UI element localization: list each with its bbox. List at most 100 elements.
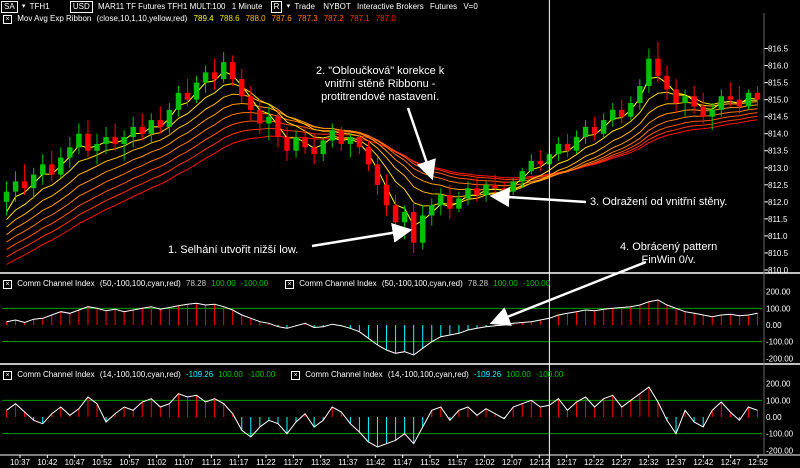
cci1-upper: 100.00 — [211, 279, 236, 288]
ribbon-ema-line — [6, 115, 758, 258]
cci1-upper: 100.00 — [493, 279, 518, 288]
candle-body — [709, 109, 715, 117]
cci-pane-50 — [2, 299, 762, 356]
candle-body — [727, 96, 734, 100]
candle-body — [103, 137, 109, 144]
close-icon[interactable]: × — [285, 280, 294, 289]
candle-body — [628, 103, 634, 117]
close-icon[interactable]: × — [3, 15, 12, 24]
candle-body — [555, 143, 562, 155]
ribbon-values: 789.4 788.6 788.0 787.6 787.3 787.2 787.1 787.0 — [194, 14, 402, 23]
candle-body — [284, 137, 290, 151]
candle-body — [184, 92, 191, 100]
candle-body — [211, 72, 218, 80]
price-tick-label: 812.5 — [768, 181, 789, 190]
type-label: Futures — [429, 2, 458, 11]
mode-button[interactable]: R — [270, 1, 283, 13]
cci-tick-label: 100.00 — [766, 304, 791, 313]
time-tick-label: 10:52 — [92, 458, 113, 467]
candle-body — [220, 62, 227, 80]
candle-body — [166, 109, 173, 127]
price-tick-label: 811.0 — [768, 232, 788, 241]
time-tick-label: 11:47 — [393, 458, 413, 467]
time-tick-label: 10:57 — [119, 458, 140, 467]
symbol-selector-button[interactable]: SA — [1, 1, 18, 13]
cci-legend-50: × Comm Channel Index (50,-100,100,cyan,r… — [0, 278, 268, 289]
cci-legend-14-cursor: × Comm Channel Index (14,-100,100,cyan,r… — [288, 369, 563, 380]
cci2-upper: 100.00 — [506, 370, 531, 379]
cci2-value: -109.26 — [474, 370, 502, 379]
candle-body — [175, 92, 182, 110]
time-tick-label: 12:02 — [475, 458, 496, 467]
ribbon-value: 787.0 — [375, 14, 396, 23]
annotation-2-line1: 2. "Obloučková" korekce k — [316, 65, 445, 77]
annotation-3: 3. Odražení od vnitřní stěny. — [590, 196, 728, 208]
candle-body — [700, 106, 706, 117]
close-icon[interactable]: × — [291, 371, 300, 380]
cci-tick-label: -200.00 — [766, 446, 794, 455]
price-tick-label: 815.0 — [768, 96, 789, 105]
cci-tick-label: 0.00 — [766, 413, 782, 422]
cci-tick-label: -100.00 — [766, 430, 794, 439]
cci1-lower: -100.00 — [522, 279, 551, 288]
time-tick-label: 12:32 — [639, 458, 660, 467]
candle-body — [537, 160, 544, 165]
time-tick-label: 12:47 — [721, 458, 742, 467]
chevron-down-icon[interactable]: ▾ — [22, 0, 26, 13]
currency-button[interactable]: USD — [69, 1, 93, 13]
candle-body — [591, 126, 598, 134]
candle-body — [582, 126, 589, 138]
symbol-toolbar: SA ▾ TFH1 USD MAR11 TF Futures TFH1 MULT… — [0, 0, 800, 13]
exchange-label: NYBOT — [323, 2, 351, 11]
candle-body — [600, 120, 607, 134]
time-tick-label: 11:42 — [366, 458, 386, 467]
candle-body — [275, 116, 281, 138]
candle-body — [293, 137, 299, 151]
cci-pane-14 — [2, 386, 762, 448]
candle-body — [12, 181, 19, 192]
close-icon[interactable]: × — [3, 280, 12, 289]
candle-body — [447, 195, 453, 209]
candle-body — [30, 174, 37, 189]
trade-label[interactable]: Trade — [294, 0, 315, 13]
candle-body — [519, 171, 525, 182]
candle-body — [94, 143, 100, 151]
ribbon-ema-line — [6, 108, 758, 243]
interval-label[interactable]: 1 Minute — [232, 0, 263, 13]
price-tick-label: 816.5 — [768, 45, 789, 54]
candle-body — [365, 147, 372, 165]
ribbon-value: 788.0 — [245, 14, 266, 23]
candle-body — [646, 58, 652, 86]
candle-body — [248, 96, 254, 110]
candle-body — [483, 184, 489, 196]
candle-body — [492, 184, 498, 189]
price-tick-label: 814.0 — [768, 130, 789, 139]
time-tick-label: 11:27 — [284, 458, 304, 467]
time-tick-label: 12:42 — [693, 458, 714, 467]
candle-body — [438, 195, 444, 206]
candle-body — [410, 212, 417, 243]
candle-body — [664, 75, 670, 90]
cci-tick-label: -200.00 — [766, 354, 794, 363]
candle-body — [193, 82, 200, 100]
candle-body — [356, 137, 363, 148]
annotation-2-line3: protitrendové nastavení. — [321, 91, 440, 103]
candle-body — [338, 130, 344, 144]
candle-body — [320, 140, 326, 155]
time-tick-label: 11:52 — [420, 458, 440, 467]
time-tick-label: 12:52 — [748, 458, 769, 467]
time-tick-label: 12:17 — [557, 458, 578, 467]
volume-label: V=0 — [463, 2, 478, 11]
cci1-params: (50,-100,100,cyan,red) — [381, 279, 463, 288]
price-tick-label: 814.5 — [768, 113, 789, 122]
candle-body — [148, 120, 154, 134]
ribbon-ema-line — [6, 102, 758, 236]
candle-body — [510, 181, 516, 192]
ribbon-value: 787.3 — [297, 14, 318, 23]
chevron-down-icon[interactable]: ▾ — [287, 0, 291, 13]
candle-body — [655, 58, 661, 76]
ribbon-value: 787.1 — [349, 14, 370, 23]
annotation-arrows — [311, 107, 647, 326]
close-icon[interactable]: × — [3, 371, 12, 380]
time-tick-label: 10:42 — [37, 458, 58, 467]
